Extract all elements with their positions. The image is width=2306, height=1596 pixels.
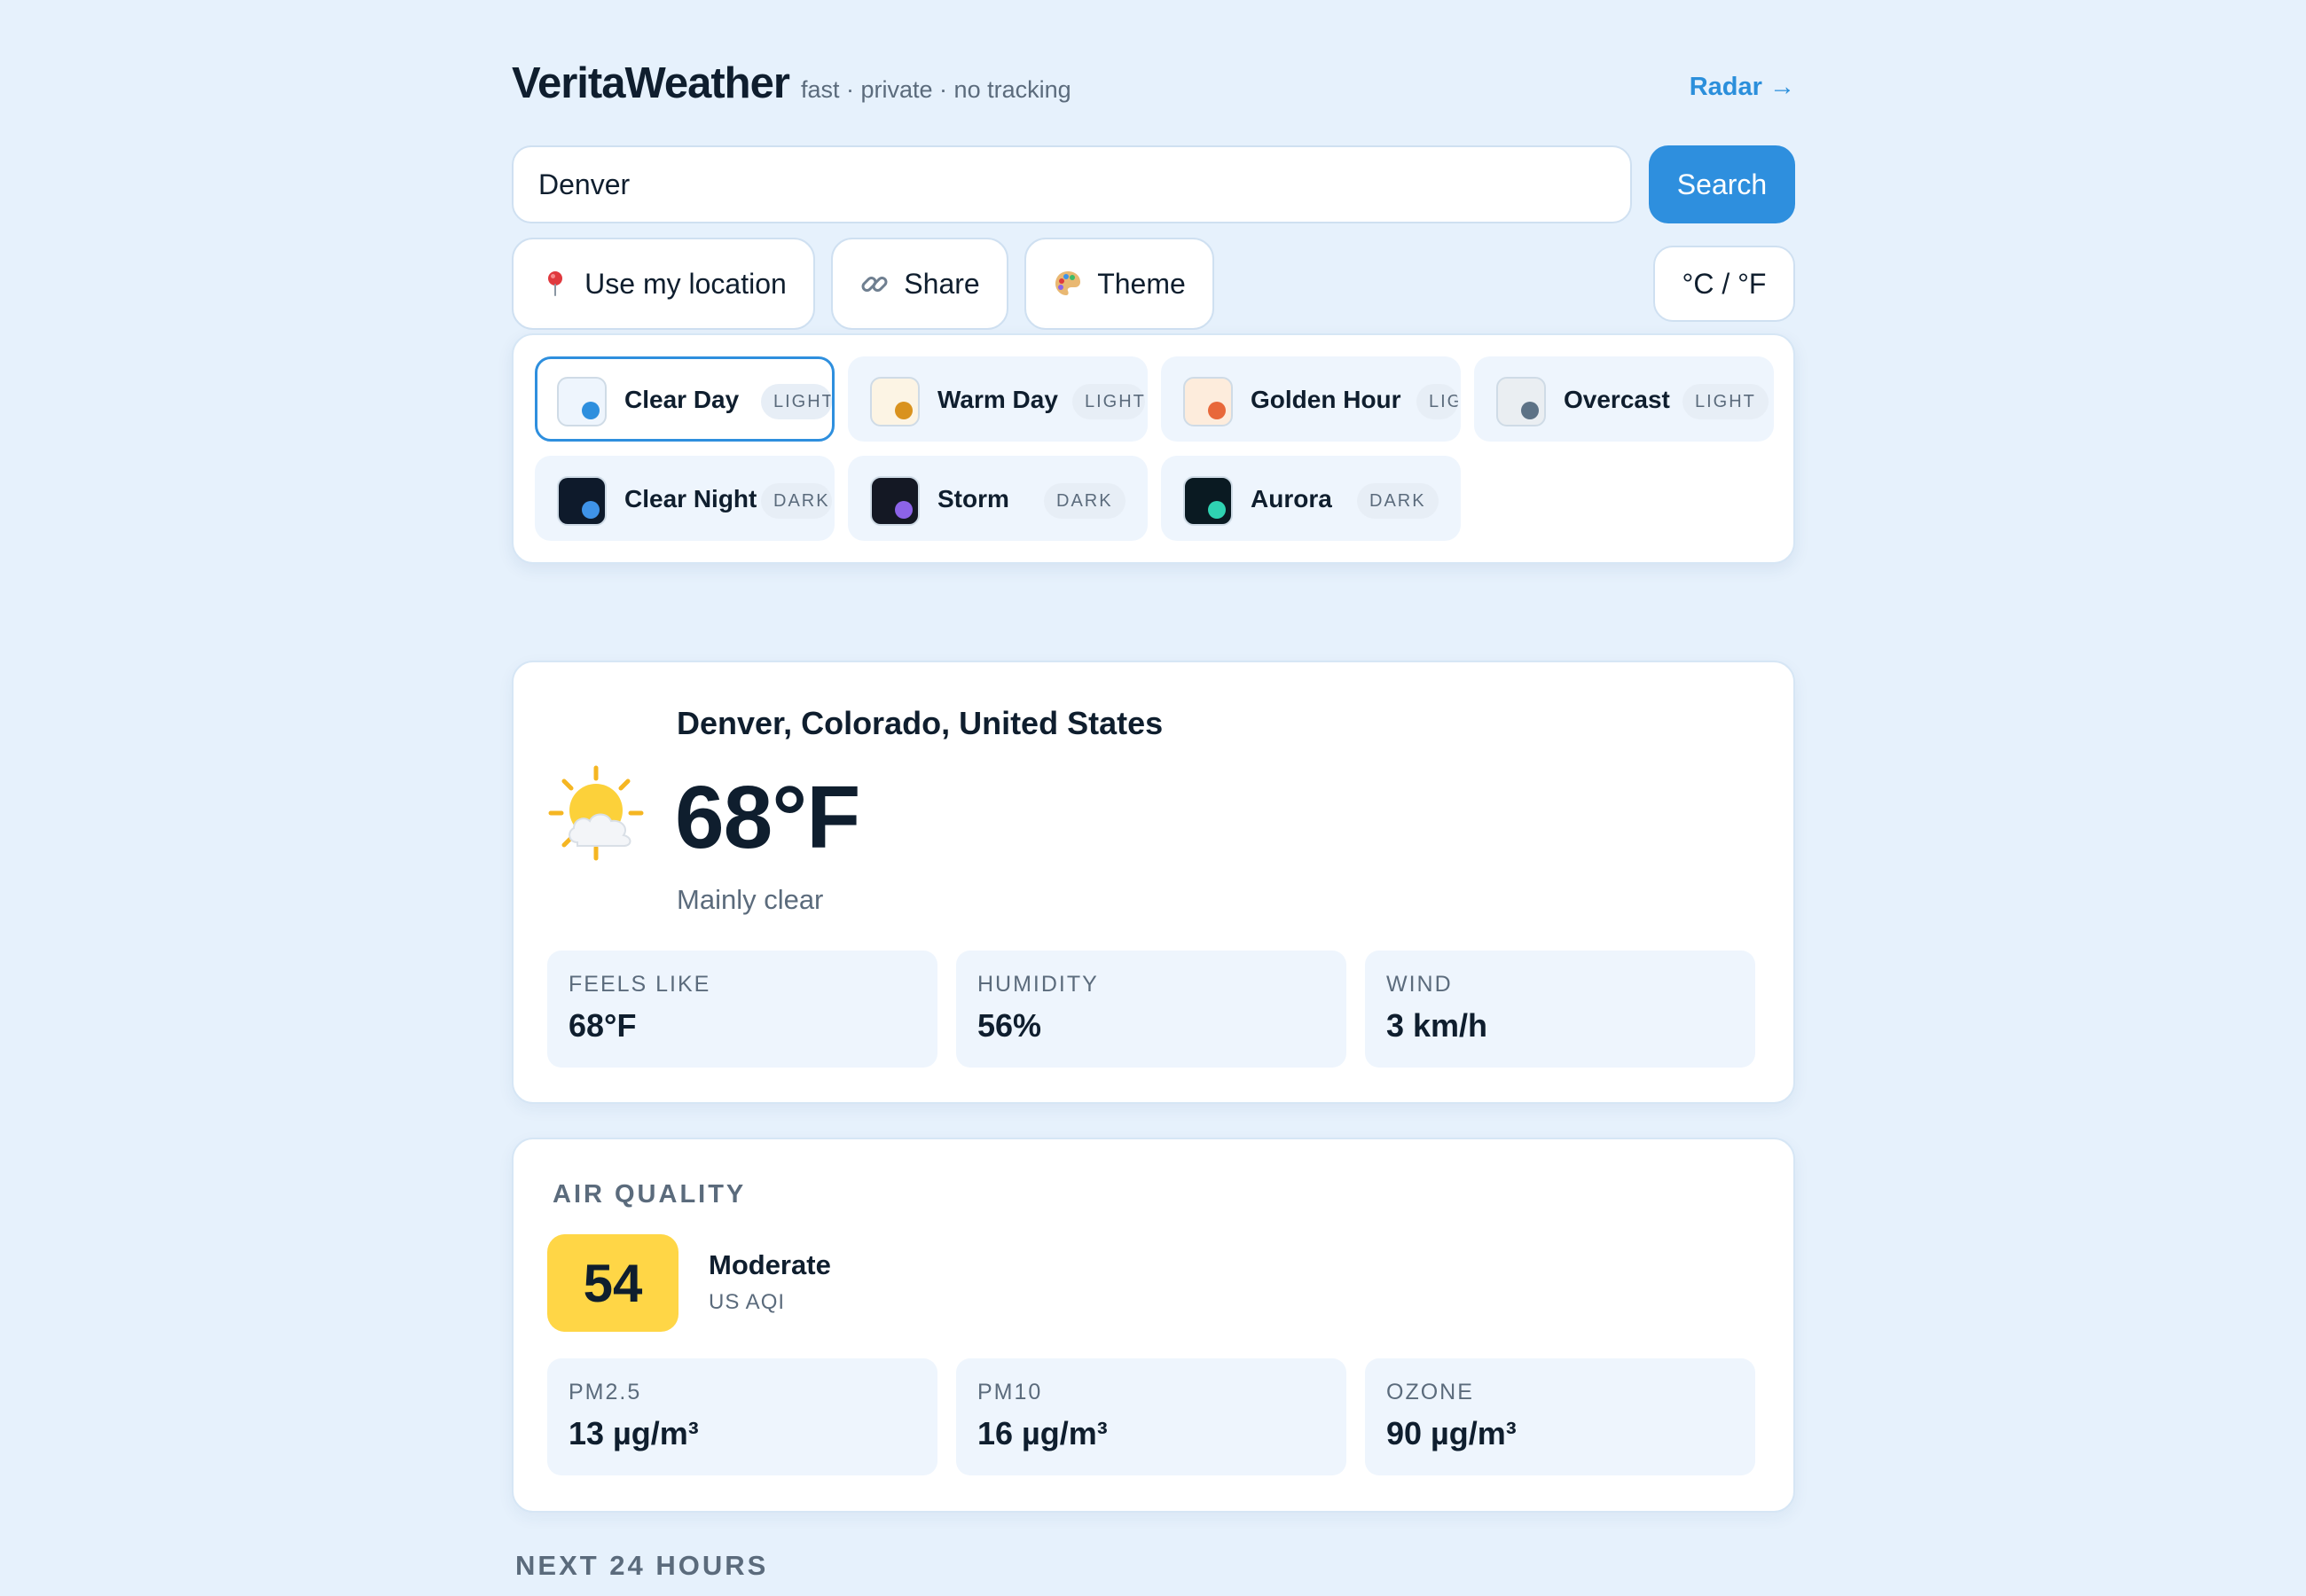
theme-mode-tag: LIGHT (1072, 384, 1145, 419)
theme-name: Storm (937, 485, 1009, 512)
theme-swatch (557, 377, 607, 426)
theme-swatch-dot (1521, 402, 1539, 419)
theme-mode-tag: LIGHT (1682, 384, 1769, 419)
stat-label: WIND (1386, 972, 1453, 997)
theme-option-storm[interactable]: Storm DARK (848, 456, 1148, 541)
share-button[interactable]: Share (831, 238, 1008, 330)
stat-value: 13 µg/m³ (569, 1415, 699, 1451)
current-weather-card: Denver, Colorado, United States 68°F Mai… (512, 661, 1795, 1104)
stat-value: 90 µg/m³ (1386, 1415, 1517, 1451)
aqi-scale: US AQI (709, 1290, 786, 1314)
wind-stat: WIND 3 km/h (1365, 951, 1755, 1068)
aqi-badge: 54 (547, 1234, 678, 1332)
stat-label: OZONE (1386, 1380, 1474, 1404)
theme-option-clear-day[interactable]: Clear Day LIGHT (535, 356, 835, 442)
link-icon (859, 269, 890, 299)
tagline: fast · private · no tracking (801, 76, 1071, 103)
theme-option-aurora[interactable]: Aurora DARK (1161, 456, 1461, 541)
air-quality-card: AIR QUALITY 54 Moderate US AQI PM2.5 13 … (512, 1138, 1795, 1513)
theme-name: Clear Night (624, 485, 757, 512)
humidity-stat: HUMIDITY 56% (956, 951, 1346, 1068)
theme-option-clear-night[interactable]: Clear Night DARK (535, 456, 835, 541)
palette-icon (1053, 269, 1083, 299)
next-24-hours-heading: NEXT 24 HOURS (515, 1550, 769, 1581)
theme-name: Golden Hour (1251, 386, 1401, 413)
use-location-label: Use my location (584, 267, 787, 300)
theme-swatch-dot (895, 402, 913, 419)
theme-picker-panel: Clear Day LIGHT Warm Day LIGHT Golden Hour LI… (512, 333, 1795, 564)
use-location-button[interactable]: Use my location (512, 238, 815, 330)
stat-label: FEELS LIKE (569, 972, 711, 997)
theme-swatch-dot (1208, 501, 1226, 519)
pm25-stat: PM2.5 13 µg/m³ (547, 1358, 937, 1475)
ozone-stat: OZONE 90 µg/m³ (1365, 1358, 1755, 1475)
stat-label: PM2.5 (569, 1380, 642, 1404)
theme-option-overcast[interactable]: Overcast LIGHT (1474, 356, 1774, 442)
theme-swatch (1183, 476, 1233, 526)
theme-name: Warm Day (937, 386, 1058, 413)
stat-value: 56% (977, 1007, 1042, 1044)
theme-mode-tag: DARK (761, 483, 832, 519)
theme-swatch (557, 476, 607, 526)
theme-mode-tag: DARK (1357, 483, 1439, 519)
sun-behind-cloud-icon (547, 764, 645, 862)
weather-condition: Mainly clear (677, 884, 824, 915)
stat-label: PM10 (977, 1380, 1043, 1404)
location-name: Denver, Colorado, United States (677, 705, 1164, 741)
stat-value: 16 µg/m³ (977, 1415, 1108, 1451)
theme-swatch-dot (582, 402, 600, 419)
radar-link[interactable]: Radar → (1690, 73, 1795, 102)
air-quality-heading: AIR QUALITY (553, 1180, 747, 1209)
map-pin-icon (540, 269, 570, 299)
aqi-level: Moderate (709, 1249, 831, 1280)
theme-swatch (1183, 377, 1233, 426)
pm10-stat: PM10 16 µg/m³ (956, 1358, 1346, 1475)
theme-mode-tag: LIGHT (761, 384, 832, 419)
theme-swatch (870, 476, 920, 526)
brand-logo: VeritaWeather (512, 59, 790, 107)
theme-swatch-dot (1208, 402, 1226, 419)
theme-name: Clear Day (624, 386, 740, 413)
share-label: Share (904, 267, 980, 300)
theme-swatch (870, 377, 920, 426)
current-temperature: 68°F (675, 768, 860, 867)
search-input[interactable] (512, 145, 1632, 223)
header: VeritaWeather fast · private · no tracki… (512, 55, 1795, 108)
theme-option-golden-hour[interactable]: Golden Hour LIGHT (1161, 356, 1461, 442)
theme-mode-tag: DARK (1044, 483, 1126, 519)
theme-name: Aurora (1251, 485, 1332, 512)
theme-label: Theme (1097, 267, 1186, 300)
theme-option-warm-day[interactable]: Warm Day LIGHT (848, 356, 1148, 442)
theme-mode-tag: LIGHT (1416, 384, 1458, 419)
theme-swatch-dot (895, 501, 913, 519)
theme-swatch (1496, 377, 1546, 426)
feels-like-stat: FEELS LIKE 68°F (547, 951, 937, 1068)
theme-name: Overcast (1564, 386, 1670, 413)
theme-swatch-dot (582, 501, 600, 519)
stat-value: 68°F (569, 1007, 637, 1044)
search-button[interactable]: Search (1649, 145, 1795, 223)
stat-label: HUMIDITY (977, 972, 1099, 997)
stat-value: 3 km/h (1386, 1007, 1488, 1044)
unit-toggle-button[interactable]: °C / °F (1653, 246, 1795, 322)
theme-button[interactable]: Theme (1024, 238, 1214, 330)
